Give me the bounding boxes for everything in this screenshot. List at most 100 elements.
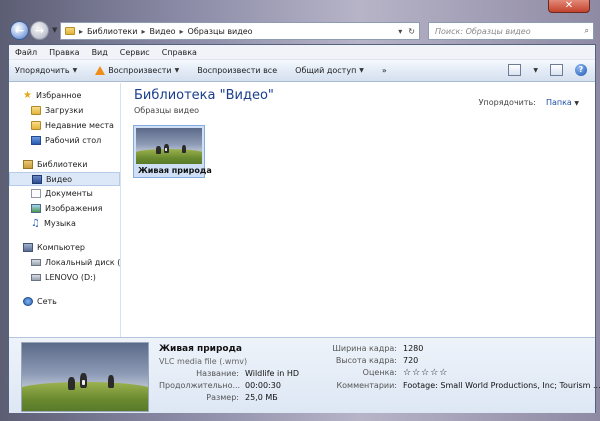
nav-favorites[interactable]: ★ Избранное (9, 88, 120, 103)
organize-label: Упорядочить (15, 66, 70, 75)
documents-icon (31, 189, 41, 198)
download-folder-icon (31, 106, 41, 115)
refresh-icon[interactable]: ↻ (408, 27, 415, 36)
breadcrumb-sample-videos[interactable]: Образцы видео (188, 27, 253, 36)
field-value[interactable]: Wildlife in HD (245, 369, 299, 378)
desktop-icon (31, 136, 41, 145)
breadcrumb-video[interactable]: Видео (149, 27, 175, 36)
help-icon[interactable]: ? (575, 64, 587, 76)
more-commands-button[interactable]: » (382, 66, 387, 75)
play-all-label: Воспроизвести все (197, 66, 278, 75)
nav-item-lenovo-drive[interactable]: LENOVO (D:) (9, 270, 120, 285)
play-label: Воспроизвести (108, 66, 172, 75)
address-bar[interactable]: ▸ Библиотеки ▸ Видео ▸ Образцы видео ▾ ↻ (60, 22, 420, 40)
nav-label: Библиотеки (37, 160, 88, 169)
field-value: 00:00:30 (245, 381, 281, 390)
share-label: Общий доступ (295, 66, 357, 75)
nav-item-recent[interactable]: Недавние места (9, 118, 120, 133)
nav-label: Видео (46, 174, 73, 184)
nav-network[interactable]: Сеть (9, 294, 120, 309)
field-value: 25,0 МБ (245, 393, 278, 402)
file-list-pane: Библиотека "Видео" Образцы видео Упорядо… (122, 83, 595, 337)
nav-computer[interactable]: Компьютер (9, 240, 120, 255)
more-label: » (381, 66, 387, 75)
arrange-value: Папка (545, 98, 572, 107)
nav-label: Избранное (35, 91, 82, 100)
details-field-frame-height: Высота кадра: 720 (327, 356, 418, 365)
details-file-type: VLC media file (.wmv) (159, 357, 248, 366)
field-label: Комментарии: (336, 381, 397, 390)
address-dropdown-icon[interactable]: ▾ (398, 27, 402, 36)
field-label: Оценка: (362, 368, 397, 377)
chevron-down-icon: ▼ (359, 67, 364, 74)
field-value: 720 (403, 356, 419, 365)
back-arrow-icon: ← (14, 24, 25, 37)
recent-pages-dropdown[interactable]: ▼ (52, 26, 57, 34)
hard-disk-icon (31, 274, 41, 281)
preview-thumbnail (21, 342, 149, 412)
chevron-right-icon[interactable]: ▸ (180, 27, 184, 36)
menu-help[interactable]: Справка (162, 48, 197, 57)
nav-label: Музыка (43, 219, 76, 228)
video-library-icon (32, 174, 42, 184)
folder-icon (65, 27, 75, 35)
details-pane: Живая природа VLC media file (.wmv) Назв… (9, 337, 600, 413)
hard-disk-icon (31, 259, 41, 266)
details-field-frame-width: Ширина кадра: 1280 (327, 344, 423, 353)
command-bar: Упорядочить ▼ Воспроизвести ▼ Воспроизве… (9, 60, 595, 82)
nav-libraries[interactable]: Библиотеки (9, 157, 120, 172)
menu-file[interactable]: Файл (15, 48, 37, 57)
nav-label: Документы (45, 189, 93, 198)
field-label: Продолжительно... (159, 381, 241, 390)
back-button[interactable]: ← (10, 21, 29, 40)
nav-item-desktop[interactable]: Рабочий стол (9, 133, 120, 148)
window-close-button[interactable]: ✕ (548, 0, 590, 13)
chevron-down-icon[interactable]: ▼ (533, 67, 538, 74)
computer-icon (23, 243, 33, 252)
arrange-dropdown[interactable]: Папка ▼ (546, 98, 579, 107)
menu-view[interactable]: Вид (92, 48, 108, 57)
search-icon[interactable]: ⌕ (585, 26, 589, 36)
library-subtitle: Образцы видео (134, 106, 200, 115)
pictures-icon (31, 204, 41, 213)
nav-item-music[interactable]: ♫ Музыка (9, 216, 120, 231)
field-label: Название: (196, 369, 239, 378)
chevron-down-icon: ▼ (72, 67, 78, 74)
nav-item-video[interactable]: Видео (9, 172, 120, 186)
chevron-down-icon: ▼ (174, 67, 180, 74)
nav-label: LENOVO (D:) (45, 273, 96, 282)
menu-edit[interactable]: Правка (49, 48, 79, 57)
recent-places-icon (31, 121, 41, 130)
libraries-icon (23, 160, 33, 169)
nav-label: Загрузки (45, 106, 84, 115)
nav-item-local-disk[interactable]: Локальный диск (C (9, 255, 120, 270)
play-button[interactable]: Воспроизвести ▼ (95, 66, 179, 75)
file-tile[interactable]: Живая природа (133, 125, 212, 178)
nav-label: Изображения (45, 204, 103, 213)
address-row: ← → ▼ ▸ Библиотеки ▸ Видео ▸ Образцы вид… (8, 20, 596, 42)
search-input[interactable]: Поиск: Образцы видео ⌕ (428, 22, 594, 40)
nav-item-documents[interactable]: Документы (9, 186, 120, 201)
organize-button[interactable]: Упорядочить ▼ (15, 66, 77, 75)
nav-label: Недавние места (45, 121, 114, 130)
menu-tools[interactable]: Сервис (120, 48, 150, 57)
nav-label: Рабочий стол (45, 136, 102, 145)
nav-item-downloads[interactable]: Загрузки (9, 103, 120, 118)
field-value[interactable]: Footage: Small World Productions, Inc; T… (403, 381, 600, 390)
chevron-right-icon[interactable]: ▸ (141, 27, 145, 36)
nav-label: Компьютер (37, 243, 85, 252)
play-all-button[interactable]: Воспроизвести все (197, 66, 277, 75)
preview-pane-icon[interactable] (550, 64, 563, 76)
video-thumbnail (136, 128, 202, 164)
details-field-rating: Оценка: ☆☆☆☆☆ (327, 368, 448, 378)
breadcrumb-libraries[interactable]: Библиотеки (87, 27, 137, 36)
change-view-icon[interactable] (508, 64, 522, 76)
rating-stars[interactable]: ☆☆☆☆☆ (403, 368, 448, 378)
chevron-right-icon[interactable]: ▸ (79, 27, 83, 36)
share-button[interactable]: Общий доступ ▼ (295, 66, 364, 75)
arrange-by: Упорядочить: Папка ▼ (479, 98, 579, 107)
details-file-name: Живая природа (159, 344, 242, 354)
forward-button[interactable]: → (30, 21, 49, 40)
nav-item-pictures[interactable]: Изображения (9, 201, 120, 216)
field-label: Ширина кадра: (332, 344, 397, 353)
